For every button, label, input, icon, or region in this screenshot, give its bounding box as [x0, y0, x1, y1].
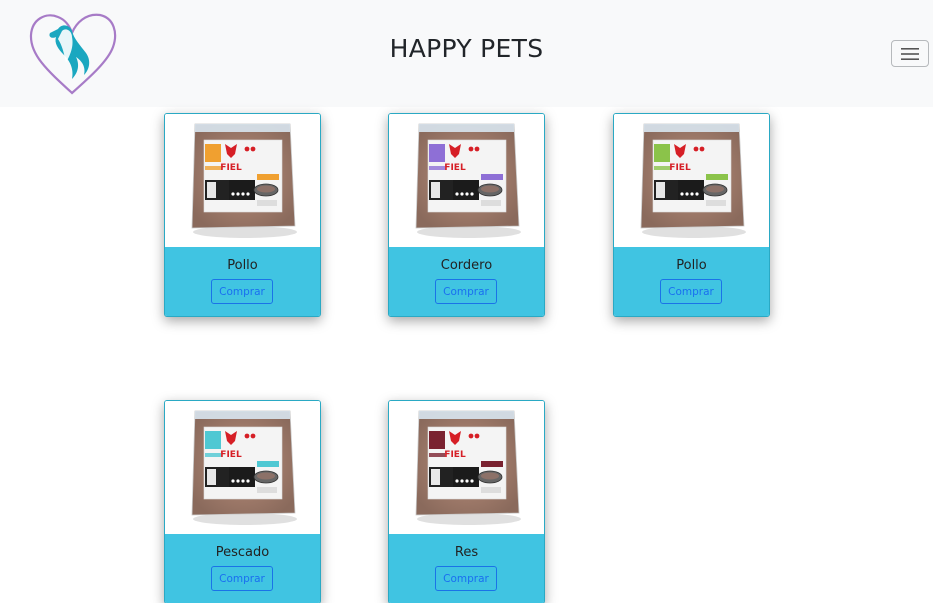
product-name: Pollo — [676, 258, 707, 273]
svg-text:FIEL: FIEL — [444, 163, 466, 173]
buy-button[interactable]: Comprar — [435, 279, 497, 304]
buy-button[interactable]: Comprar — [660, 279, 722, 304]
product-image: FIEL — [389, 114, 544, 247]
buy-button[interactable]: Comprar — [211, 279, 273, 304]
product-name: Cordero — [440, 258, 493, 273]
product-name: Pollo — [227, 258, 258, 273]
svg-text:FIEL: FIEL — [220, 450, 242, 460]
svg-text:FIEL: FIEL — [669, 163, 691, 173]
fiel-bag-image-icon: FIEL — [191, 410, 297, 525]
card-body: Res Comprar — [389, 534, 544, 603]
card-body: Pescado Comprar — [165, 534, 320, 603]
fiel-bag-image-icon: FIEL — [415, 410, 521, 525]
menu-toggle-button[interactable] — [891, 40, 929, 67]
card-body: Pollo Comprar — [165, 247, 320, 316]
product-image: FIEL — [165, 401, 320, 534]
fiel-bag-image-icon: FIEL — [415, 123, 521, 238]
fiel-bag-image-icon: FIEL — [640, 123, 746, 238]
product-card: FIEL Pollo Comprar — [613, 113, 770, 317]
product-image: FIEL — [165, 114, 320, 247]
product-card: FIEL Res Comprar — [388, 400, 545, 603]
buy-button[interactable]: Comprar — [435, 566, 497, 591]
fiel-bag-image-icon: FIEL — [191, 123, 297, 238]
svg-text:FIEL: FIEL — [220, 163, 242, 173]
brand-title[interactable]: HAPPY PETS — [0, 34, 933, 63]
card-body: Cordero Comprar — [389, 247, 544, 316]
svg-text:FIEL: FIEL — [444, 450, 466, 460]
navbar: HAPPY PETS — [0, 0, 933, 107]
product-card: FIEL Cordero Comprar — [388, 113, 545, 317]
hamburger-menu-icon — [901, 47, 919, 60]
buy-button[interactable]: Comprar — [211, 566, 273, 591]
product-name: Res — [454, 545, 479, 560]
product-card: FIEL Pollo Comprar — [164, 113, 321, 317]
card-body: Pollo Comprar — [614, 247, 769, 316]
product-image: FIEL — [614, 114, 769, 247]
product-image: FIEL — [389, 401, 544, 534]
product-name: Pescado — [215, 545, 270, 560]
product-card: FIEL Pescado Comprar — [164, 400, 321, 603]
